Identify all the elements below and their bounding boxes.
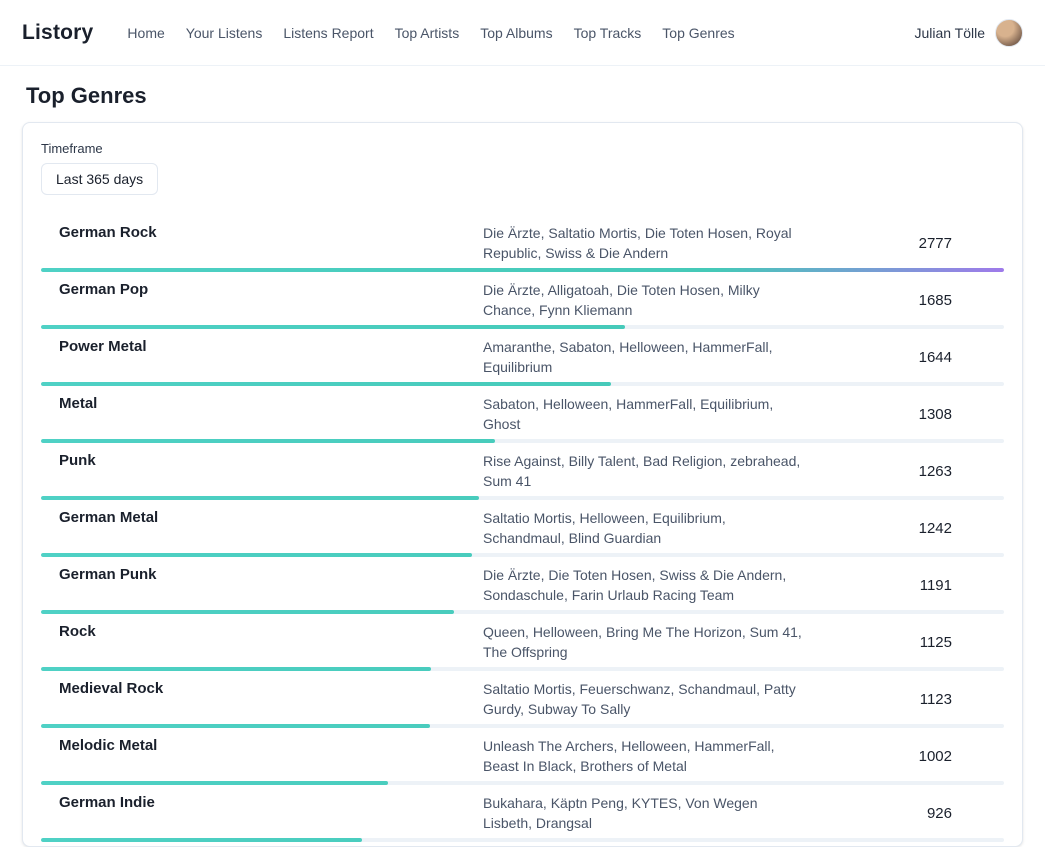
genre-count: 926 (824, 805, 952, 822)
user-name: Julian Tölle (914, 25, 985, 41)
genre-count: 1308 (824, 406, 952, 423)
genre-name: Punk (59, 451, 467, 471)
genre-bar-track (41, 439, 1004, 443)
genre-row: German Punk Die Ärzte, Die Toten Hosen, … (41, 557, 1004, 614)
genre-count: 1242 (824, 520, 952, 537)
genre-row: German Indie Bukahara, Käptn Peng, KYTES… (41, 785, 1004, 842)
genre-bar-fill (41, 838, 362, 842)
user-menu[interactable]: Julian Tölle (914, 19, 1023, 47)
genre-artists: Rise Against, Billy Talent, Bad Religion… (483, 451, 808, 491)
genre-bar-track (41, 667, 1004, 671)
genre-artists: Die Ärzte, Saltatio Mortis, Die Toten Ho… (483, 223, 808, 263)
genre-bar-fill (41, 382, 611, 386)
genre-bar-track (41, 553, 1004, 557)
genre-name: German Rock (59, 223, 467, 243)
genre-row: German Metal Saltatio Mortis, Helloween,… (41, 500, 1004, 557)
top-navigation: Listory Home Your Listens Listens Report… (0, 0, 1045, 66)
genre-bar-track (41, 496, 1004, 500)
nav-item-home[interactable]: Home (127, 25, 164, 41)
nav-item-top-albums[interactable]: Top Albums (480, 25, 552, 41)
genre-bar-track (41, 838, 1004, 842)
genre-bar-fill (41, 781, 388, 785)
genre-bar-track (41, 610, 1004, 614)
genre-artists: Die Ärzte, Alligatoah, Die Toten Hosen, … (483, 280, 808, 320)
genre-table: German Rock Die Ärzte, Saltatio Mortis, … (41, 215, 1004, 842)
genre-name: German Punk (59, 565, 467, 585)
genre-name: Metal (59, 394, 467, 414)
genre-row: German Pop Die Ärzte, Alligatoah, Die To… (41, 272, 1004, 329)
genre-row: Punk Rise Against, Billy Talent, Bad Rel… (41, 443, 1004, 500)
nav-item-top-genres[interactable]: Top Genres (662, 25, 734, 41)
nav-item-your-listens[interactable]: Your Listens (186, 25, 263, 41)
timeframe-label: Timeframe (41, 141, 1004, 156)
genre-artists: Die Ärzte, Die Toten Hosen, Swiss & Die … (483, 565, 808, 605)
genre-bar-fill (41, 610, 454, 614)
genre-count: 1263 (824, 463, 952, 480)
genre-artists: Bukahara, Käptn Peng, KYTES, Von Wegen L… (483, 793, 808, 833)
genre-artists: Saltatio Mortis, Feuerschwanz, Schandmau… (483, 679, 808, 719)
genre-artists: Sabaton, Helloween, HammerFall, Equilibr… (483, 394, 808, 434)
genre-count: 1191 (824, 577, 952, 594)
main-content: Top Genres Timeframe Last 365 days Germa… (0, 66, 1045, 847)
app-logo[interactable]: Listory (22, 21, 93, 45)
user-avatar[interactable] (995, 19, 1023, 47)
genre-bar-track (41, 382, 1004, 386)
genre-row: Power Metal Amaranthe, Sabaton, Hellowee… (41, 329, 1004, 386)
genre-bar-fill (41, 724, 430, 728)
nav-item-top-tracks[interactable]: Top Tracks (574, 25, 642, 41)
genre-artists: Amaranthe, Sabaton, Helloween, HammerFal… (483, 337, 808, 377)
page-title: Top Genres (26, 82, 1023, 110)
genre-name: Medieval Rock (59, 679, 467, 699)
genre-bar-fill (41, 667, 431, 671)
genre-name: German Pop (59, 280, 467, 300)
genre-count: 1123 (824, 691, 952, 708)
genre-artists: Queen, Helloween, Bring Me The Horizon, … (483, 622, 808, 662)
genre-count: 1685 (824, 292, 952, 309)
genre-row: Rock Queen, Helloween, Bring Me The Hori… (41, 614, 1004, 671)
genre-bar-track (41, 325, 1004, 329)
genre-name: German Indie (59, 793, 467, 813)
genre-name: Rock (59, 622, 467, 642)
timeframe-select-button[interactable]: Last 365 days (41, 163, 158, 195)
genre-artists: Unleash The Archers, Helloween, HammerFa… (483, 736, 808, 776)
genre-artists: Saltatio Mortis, Helloween, Equilibrium,… (483, 508, 808, 548)
nav-items: Home Your Listens Listens Report Top Art… (127, 25, 734, 41)
genre-count: 2777 (824, 235, 952, 252)
genre-name: Power Metal (59, 337, 467, 357)
genre-bar-track (41, 724, 1004, 728)
genre-name: Melodic Metal (59, 736, 467, 756)
genre-bar-fill (41, 439, 495, 443)
genre-count: 1002 (824, 748, 952, 765)
genre-row: Metal Sabaton, Helloween, HammerFall, Eq… (41, 386, 1004, 443)
genre-bar-fill (41, 553, 472, 557)
genre-row: Melodic Metal Unleash The Archers, Hello… (41, 728, 1004, 785)
genre-name: German Metal (59, 508, 467, 528)
top-genres-card: Timeframe Last 365 days German Rock Die … (22, 122, 1023, 847)
genre-bar-fill (41, 268, 1004, 272)
nav-item-listens-report[interactable]: Listens Report (283, 25, 373, 41)
nav-item-top-artists[interactable]: Top Artists (395, 25, 460, 41)
genre-count: 1125 (824, 634, 952, 651)
genre-row: German Rock Die Ärzte, Saltatio Mortis, … (41, 215, 1004, 272)
genre-count: 1644 (824, 349, 952, 366)
genre-row: Medieval Rock Saltatio Mortis, Feuerschw… (41, 671, 1004, 728)
genre-bar-track (41, 781, 1004, 785)
genre-bar-fill (41, 496, 479, 500)
genre-bar-fill (41, 325, 625, 329)
genre-bar-track (41, 268, 1004, 272)
